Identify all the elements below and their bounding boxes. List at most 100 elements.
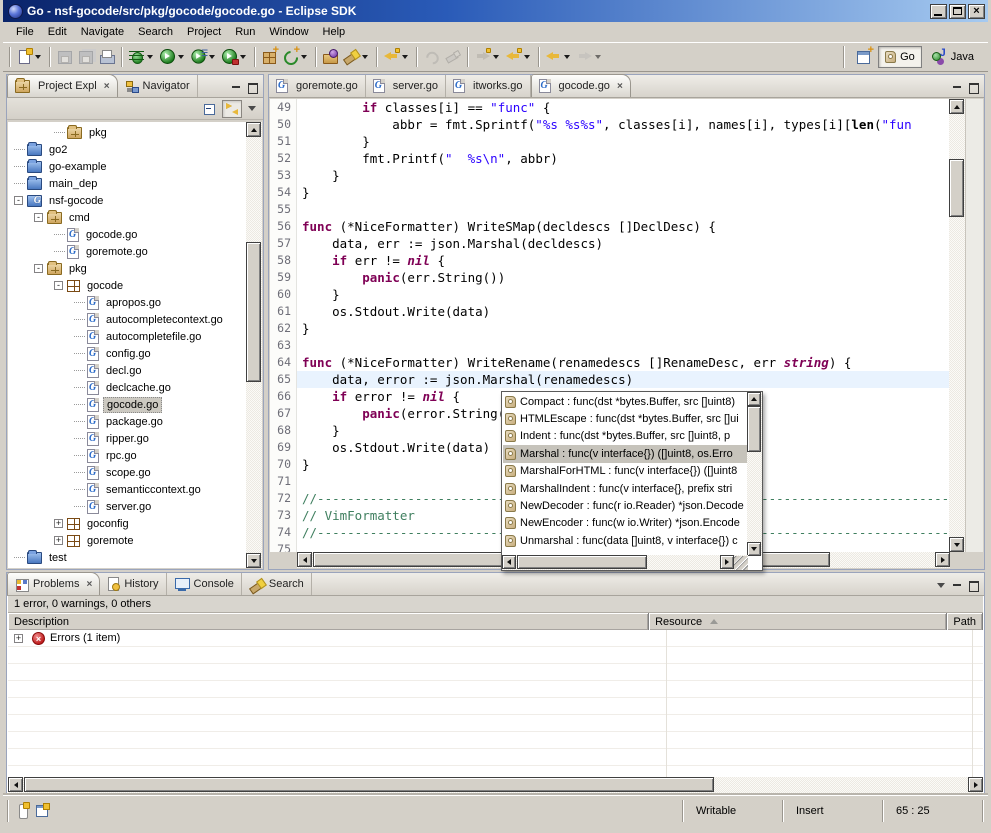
dropdown-caret[interactable] [362, 55, 368, 59]
run-history-button[interactable] [188, 45, 219, 69]
row-expander-expand[interactable]: + [14, 634, 23, 643]
maximize-button[interactable] [949, 4, 966, 19]
code-line-62[interactable]: 62} [270, 320, 949, 337]
tab-close-icon[interactable]: × [86, 579, 92, 590]
tree-item-goremote[interactable]: +goremote [8, 532, 246, 549]
scroll-thumb[interactable] [24, 777, 714, 792]
tree-item-rpc-go[interactable]: rpc.go [8, 447, 246, 464]
tab-close-icon[interactable]: × [617, 81, 623, 92]
editor-minimize-button[interactable] [951, 82, 964, 93]
next-annotation-button[interactable] [472, 45, 503, 69]
menu-project[interactable]: Project [180, 24, 228, 40]
tree-scrollbar[interactable] [246, 122, 262, 568]
back-button[interactable] [543, 45, 574, 69]
code-line-61[interactable]: 61 os.Stdout.Write(data) [270, 303, 949, 320]
go-build-button[interactable] [280, 45, 311, 69]
completion-item-8[interactable]: Unmarshal : func(data []uint8, v interfa… [503, 532, 747, 549]
view-minimize-button[interactable] [230, 82, 243, 93]
dropdown-caret[interactable] [178, 55, 184, 59]
popup-horizontal-scrollbar[interactable] [502, 555, 748, 570]
tree-item-gocode-go[interactable]: gocode.go [8, 396, 246, 413]
tree-expander-expand[interactable]: + [54, 536, 63, 545]
tree-item-go-example[interactable]: go-example [8, 158, 246, 175]
dropdown-caret[interactable] [493, 55, 499, 59]
tree-item-autocompletecontext-go[interactable]: autocompletecontext.go [8, 311, 246, 328]
dropdown-caret[interactable] [301, 55, 307, 59]
collapse-all-icon[interactable] [203, 102, 218, 116]
completion-item-5[interactable]: MarshalIndent : func(v interface{}, pref… [503, 480, 747, 497]
tree-item-gocode[interactable]: -gocode [8, 277, 246, 294]
perspective-java-button[interactable]: Java [925, 46, 980, 68]
close-button[interactable]: × [968, 4, 985, 19]
problems-horizontal-scrollbar[interactable] [8, 777, 983, 793]
code-line-58[interactable]: 58 if err != nil { [270, 252, 949, 269]
completion-item-3[interactable]: Marshal : func(v interface{}) ([]uint8, … [503, 445, 747, 462]
code-line-60[interactable]: 60 } [270, 286, 949, 303]
column-resource[interactable]: Resource [649, 613, 947, 630]
code-line-56[interactable]: 56func (*NiceFormatter) WriteSMap(declde… [270, 218, 949, 235]
tree-item-decl-go[interactable]: decl.go [8, 362, 246, 379]
tree-expander-collapse[interactable]: - [54, 281, 63, 290]
scroll-thumb[interactable] [517, 555, 647, 569]
link-with-editor-button[interactable] [222, 100, 242, 118]
run-button[interactable] [157, 45, 188, 69]
tab-close-icon[interactable]: × [104, 81, 110, 92]
scroll-right-button[interactable] [968, 777, 983, 792]
titlebar[interactable]: Go - nsf-gocode/src/pkg/gocode/gocode.go… [3, 0, 988, 22]
tree-item-go2[interactable]: go2 [8, 141, 246, 158]
tree-item-pkg[interactable]: -pkg [8, 260, 246, 277]
debug-button[interactable] [126, 45, 157, 69]
view-maximize-button[interactable] [967, 580, 980, 591]
menu-file[interactable]: File [9, 24, 41, 40]
dropdown-caret[interactable] [524, 55, 530, 59]
tree-expander-expand[interactable]: + [54, 519, 63, 528]
tree-item-autocompletefile-go[interactable]: autocompletefile.go [8, 328, 246, 345]
dropdown-caret[interactable] [595, 55, 601, 59]
editor-maximize-button[interactable] [967, 82, 980, 93]
restore-view-icon[interactable] [35, 803, 50, 818]
overview-ruler[interactable] [965, 99, 983, 552]
tree-item-pkg[interactable]: pkg [8, 124, 246, 141]
dropdown-caret[interactable] [240, 55, 246, 59]
menu-window[interactable]: Window [262, 24, 315, 40]
completion-item-7[interactable]: NewEncoder : func(w io.Writer) *json.Enc… [503, 515, 747, 532]
scroll-thumb[interactable] [949, 159, 964, 217]
editor-tab-server-go[interactable]: server.go [366, 75, 446, 97]
popup-resize-grip[interactable] [734, 556, 748, 570]
scroll-up-button[interactable] [246, 122, 261, 137]
scroll-up-button[interactable] [747, 392, 761, 406]
menu-edit[interactable]: Edit [41, 24, 74, 40]
tree-item-scope-go[interactable]: scope.go [8, 464, 246, 481]
view-tab-project-expl[interactable]: Project Expl× [7, 74, 118, 97]
problems-row-errors[interactable]: +×Errors (1 item) [8, 630, 983, 647]
completion-item-0[interactable]: Compact : func(dst *bytes.Buffer, src []… [503, 393, 747, 410]
perspective-go-button[interactable]: Go [878, 46, 922, 68]
column-description[interactable]: Description [8, 613, 649, 630]
dropdown-caret[interactable] [564, 55, 570, 59]
view-menu-button[interactable] [246, 103, 259, 114]
code-line-53[interactable]: 53 } [270, 167, 949, 184]
scroll-up-button[interactable] [949, 99, 964, 114]
tree-item-goremote-go[interactable]: goremote.go [8, 243, 246, 260]
tree-item-semanticcontext-go[interactable]: semanticcontext.go [8, 481, 246, 498]
tree-item-apropos-go[interactable]: apropos.go [8, 294, 246, 311]
print-button[interactable] [96, 45, 117, 69]
bottom-tab-problems[interactable]: Problems× [7, 572, 100, 595]
open-resource-button[interactable] [320, 45, 341, 69]
scroll-down-button[interactable] [246, 553, 261, 568]
tree-expander-collapse[interactable]: - [14, 196, 23, 205]
scroll-down-button[interactable] [747, 542, 761, 556]
popup-vertical-scrollbar[interactable] [747, 392, 762, 556]
editor-tab-itworks-go[interactable]: itworks.go [446, 75, 531, 97]
scroll-down-button[interactable] [949, 537, 964, 552]
bottom-tab-console[interactable]: Console [167, 573, 242, 595]
open-perspective-button[interactable] [854, 45, 875, 69]
view-minimize-button[interactable] [951, 580, 964, 591]
code-line-54[interactable]: 54} [270, 184, 949, 201]
tree-expander-collapse[interactable]: - [34, 264, 43, 273]
menu-search[interactable]: Search [131, 24, 180, 40]
completion-item-1[interactable]: HTMLEscape : func(dst *bytes.Buffer, src… [503, 410, 747, 427]
menu-navigate[interactable]: Navigate [74, 24, 131, 40]
dropdown-caret[interactable] [147, 55, 153, 59]
code-line-59[interactable]: 59 panic(err.String()) [270, 269, 949, 286]
